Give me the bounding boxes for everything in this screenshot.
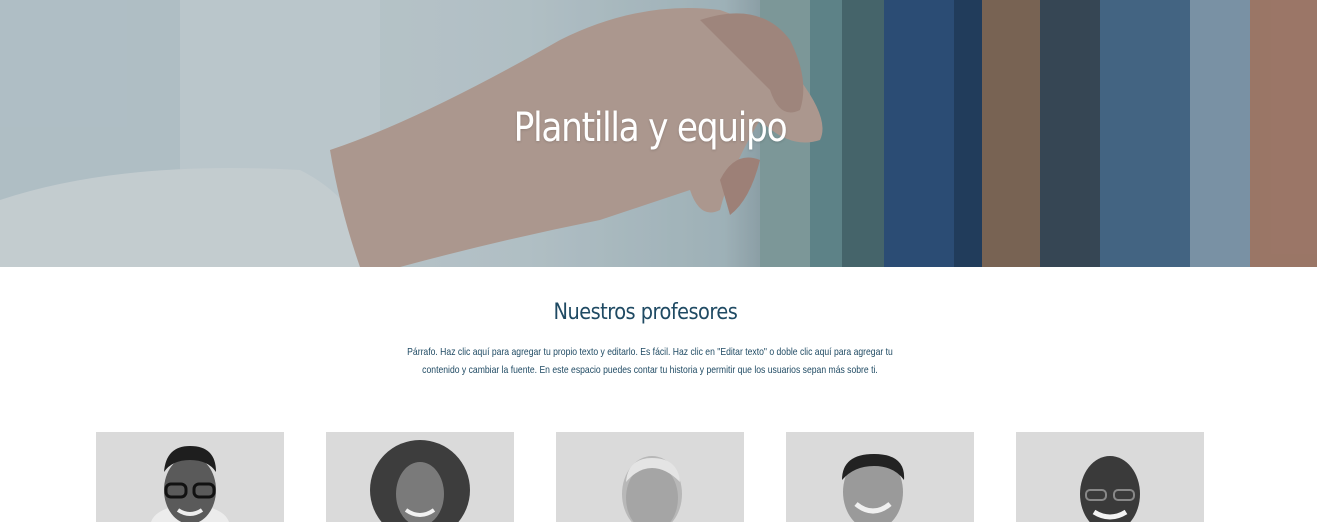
team-photo: [786, 432, 974, 522]
team-card-1[interactable]: [96, 432, 284, 522]
team-photo: [96, 432, 284, 522]
section-title: Nuestros profesores: [553, 300, 738, 325]
hero-banner: Plantilla y equipo: [0, 0, 1317, 267]
team-photo: [1016, 432, 1204, 522]
team-photo: [326, 432, 514, 522]
team-card-2[interactable]: [326, 432, 514, 522]
team-card-5[interactable]: [1016, 432, 1204, 522]
section-paragraph[interactable]: Párrafo. Haz clic aquí para agregar tu p…: [388, 343, 913, 379]
team-card-3[interactable]: [556, 432, 744, 522]
team-photo: [556, 432, 744, 522]
page-title: Plantilla y equipo: [513, 105, 788, 151]
team-card-4[interactable]: [786, 432, 974, 522]
